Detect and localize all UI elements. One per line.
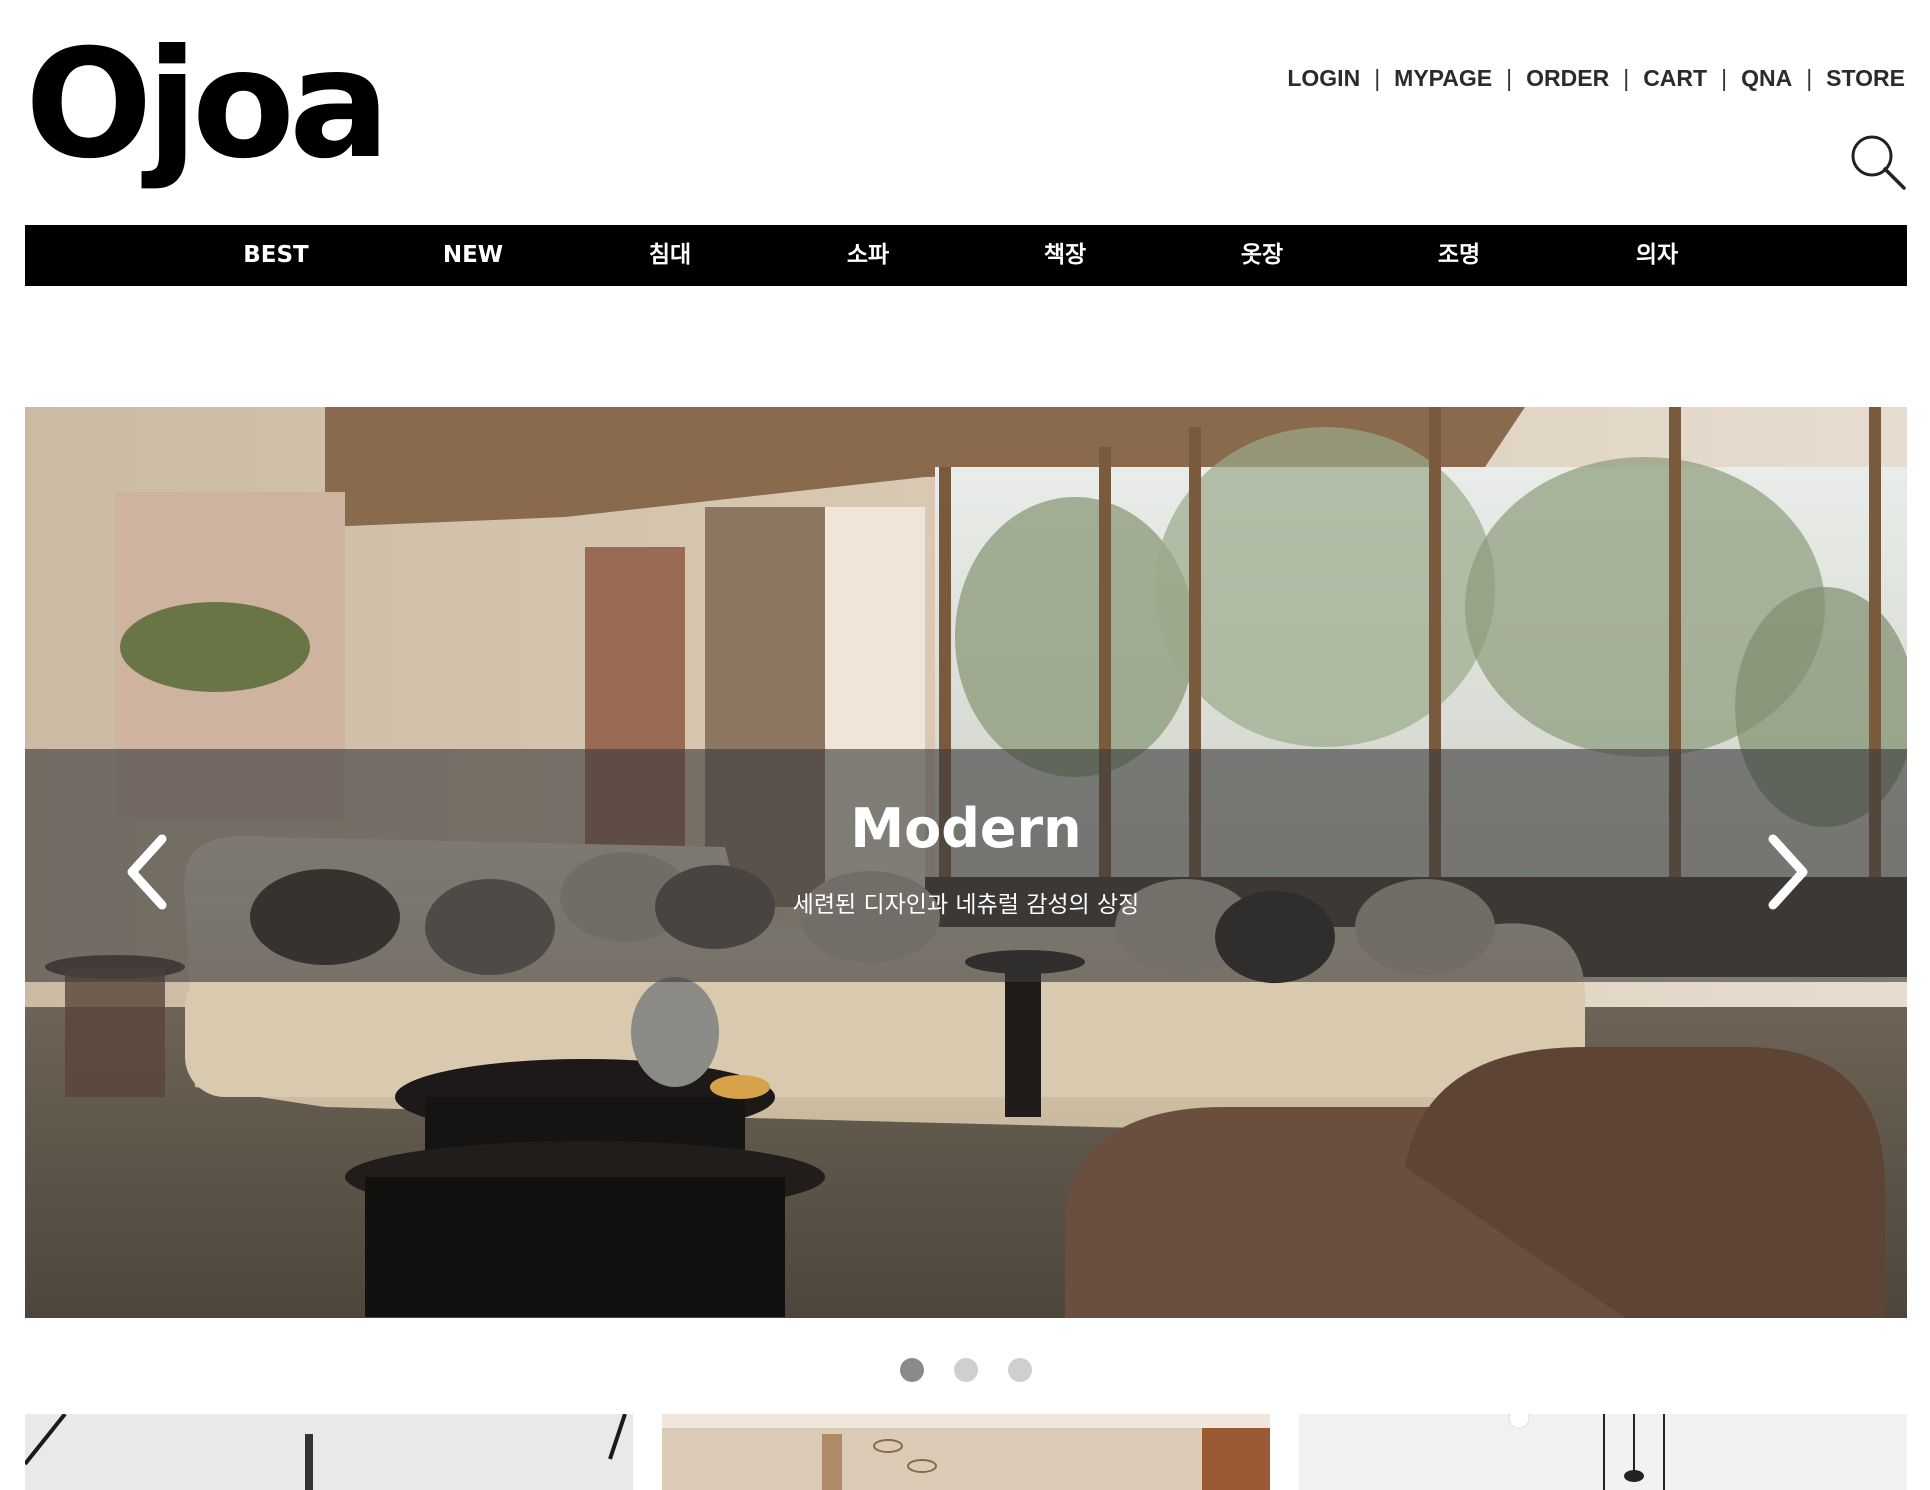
chevron-right-icon	[1768, 834, 1808, 910]
slide-dot-1[interactable]	[900, 1358, 924, 1382]
slide-pagination	[0, 1358, 1930, 1384]
nav-item-sofa[interactable]: 소파	[768, 225, 968, 286]
card-image	[662, 1414, 1270, 1490]
login-link[interactable]: LOGIN	[1287, 65, 1360, 92]
store-link[interactable]: STORE	[1826, 65, 1905, 92]
search-button[interactable]	[1848, 132, 1908, 192]
qna-link[interactable]: QNA	[1741, 65, 1792, 92]
divider: |	[1806, 65, 1813, 91]
hero-slider: Modern 세련된 디자인과 네츄럴 감성의 상징	[25, 407, 1907, 1318]
featured-cards	[25, 1414, 1907, 1490]
nav-item-chair[interactable]: 의자	[1557, 225, 1757, 286]
nav-item-bed[interactable]: 침대	[570, 225, 770, 286]
mypage-link[interactable]: MYPAGE	[1394, 65, 1492, 92]
divider: |	[1623, 65, 1630, 91]
slide-title: Modern	[850, 797, 1082, 860]
search-icon	[1851, 135, 1906, 190]
site-header: Ojoa LOGIN | MYPAGE | ORDER | CART | QNA…	[0, 0, 1930, 225]
prev-slide-button[interactable]	[120, 827, 180, 917]
slide-subtitle: 세련된 디자인과 네츄럴 감성의 상징	[792, 892, 1140, 918]
divider: |	[1721, 65, 1728, 91]
chevron-left-icon	[127, 834, 167, 910]
featured-card-3[interactable]	[1299, 1414, 1907, 1490]
slide-caption: Modern 세련된 디자인과 네츄럴 감성의 상징	[25, 749, 1907, 982]
order-link[interactable]: ORDER	[1526, 65, 1609, 92]
slide-dot-2[interactable]	[954, 1358, 978, 1382]
divider: |	[1506, 65, 1513, 91]
cart-link[interactable]: CART	[1643, 65, 1707, 92]
slide-dot-3[interactable]	[1008, 1358, 1032, 1382]
nav-item-best[interactable]: BEST	[176, 225, 376, 286]
card-image	[1299, 1414, 1907, 1490]
featured-card-1[interactable]	[25, 1414, 633, 1490]
brand-logo[interactable]: Ojoa	[25, 30, 390, 180]
utility-nav: LOGIN | MYPAGE | ORDER | CART | QNA | ST…	[1287, 65, 1905, 92]
nav-item-lighting[interactable]: 조명	[1359, 225, 1559, 286]
main-category-nav: BEST NEW 침대 소파 책장 옷장 조명 의자	[25, 225, 1907, 286]
nav-item-bookshelf[interactable]: 책장	[965, 225, 1165, 286]
nav-item-wardrobe[interactable]: 옷장	[1162, 225, 1362, 286]
featured-card-2[interactable]	[662, 1414, 1270, 1490]
divider: |	[1374, 65, 1381, 91]
next-slide-button[interactable]	[1755, 827, 1815, 917]
nav-item-new[interactable]: NEW	[373, 225, 573, 286]
card-image	[25, 1414, 633, 1490]
